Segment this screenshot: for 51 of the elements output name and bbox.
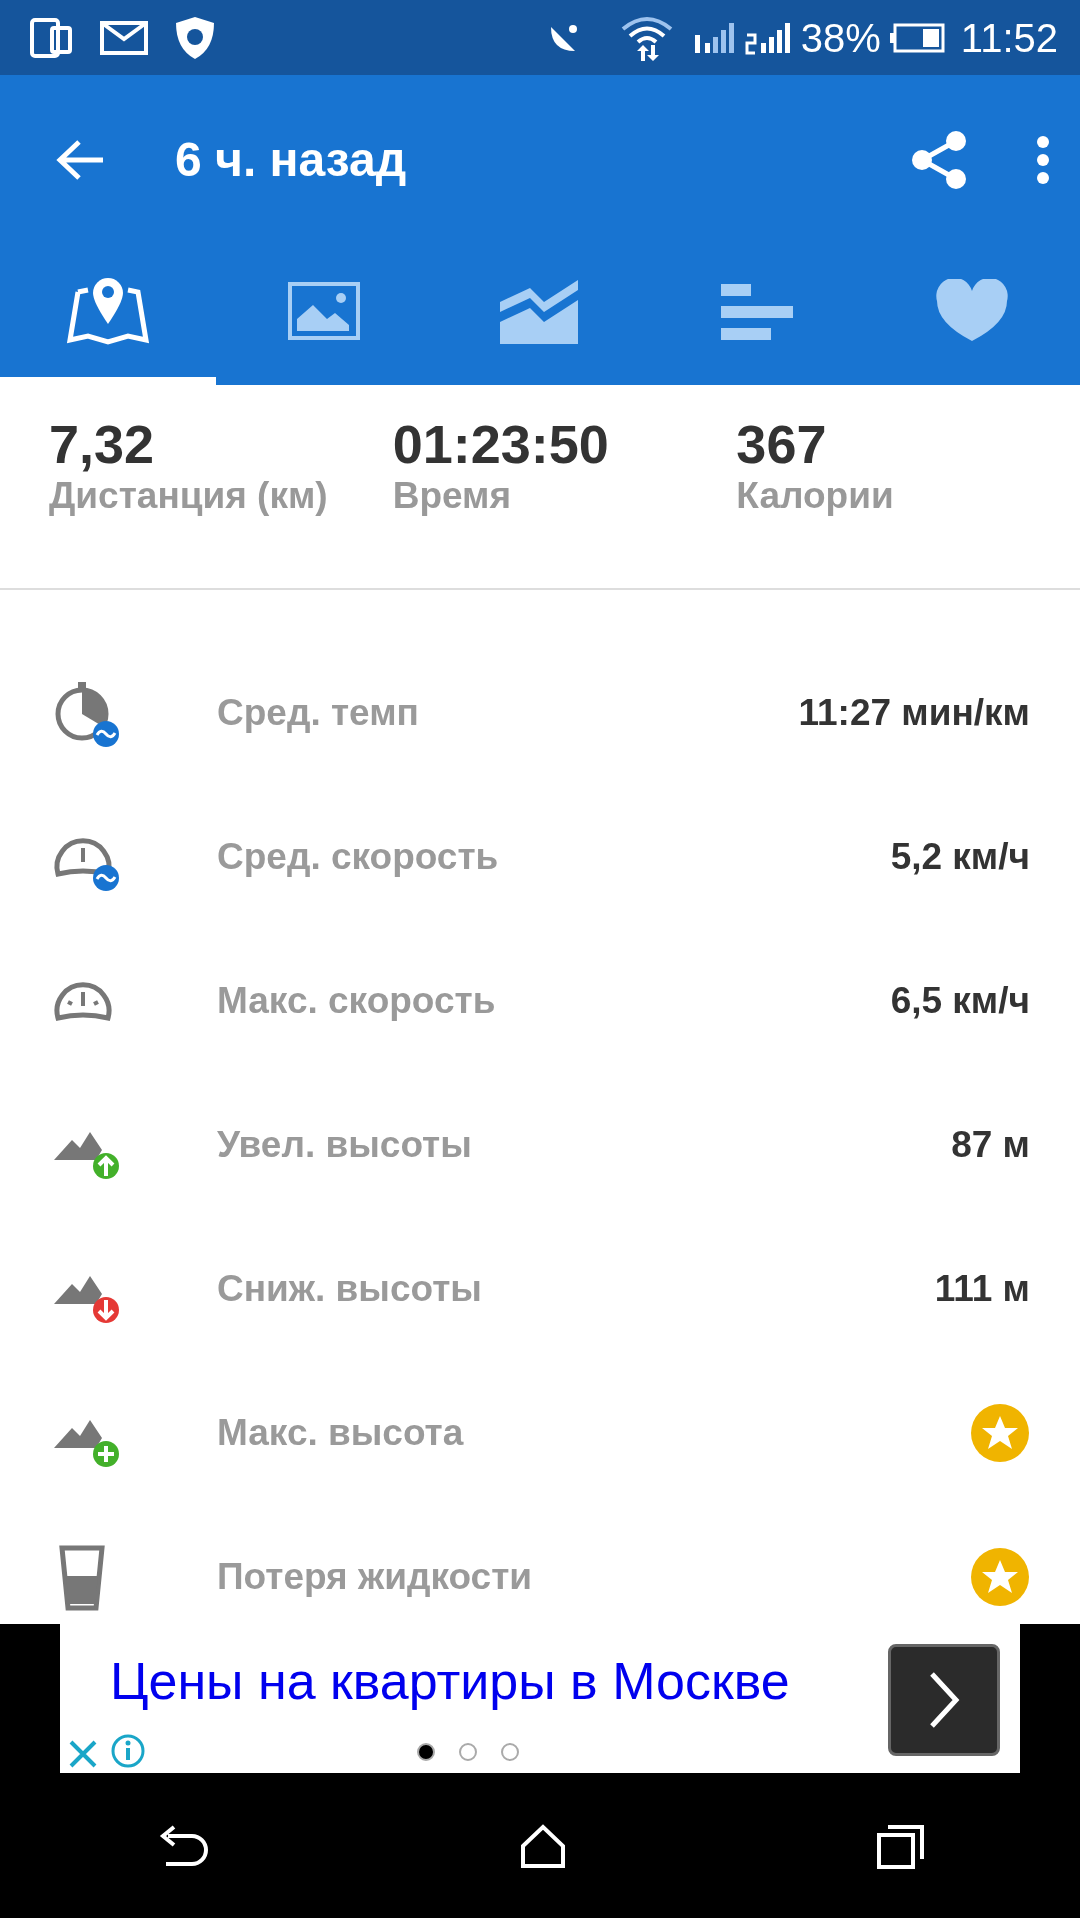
map-pin-icon <box>66 276 150 346</box>
info-icon <box>110 1733 146 1769</box>
screen-title: 6 ч. назад <box>175 132 408 188</box>
stat-label: Время <box>392 474 513 519</box>
phone-icon <box>30 17 74 58</box>
metric-label: Увел. высоты <box>217 1123 473 1168</box>
page-dot[interactable] <box>501 1743 519 1761</box>
stat-label: Дистанция (км) <box>49 474 329 519</box>
chevron-right-icon <box>928 1670 960 1730</box>
metric-value: 111 м <box>934 1267 1030 1312</box>
home-icon <box>519 1823 567 1868</box>
stat-value: 7,32 <box>49 415 156 475</box>
metric-label: Сред. темп <box>217 691 420 736</box>
metric-label: Сниж. высоты <box>217 1267 483 1312</box>
bar-list-icon <box>719 282 793 340</box>
stat-value: 367 <box>736 415 828 475</box>
star-badge-icon <box>970 1547 1030 1607</box>
metric-label: Макс. высота <box>217 1411 465 1456</box>
recent-apps-icon <box>875 1822 926 1869</box>
back-arrow-icon <box>55 138 105 182</box>
info-button[interactable] <box>110 1733 146 1769</box>
metric-value: 6,5 км/ч <box>890 979 1030 1024</box>
metric-label: Потеря жидкости <box>217 1555 533 1600</box>
ad-banner[interactable]: Цены на квартиры в Москве <box>60 1624 1020 1773</box>
clock-time: 11:52 <box>960 17 1058 58</box>
metric-value: 11:27 мин/км <box>798 691 1030 736</box>
stat-label: Калории <box>736 474 895 519</box>
mail-icon <box>100 20 148 55</box>
ad-open-button[interactable] <box>888 1644 1000 1756</box>
heart-icon <box>935 279 1009 343</box>
menu-button[interactable] <box>1036 135 1050 185</box>
recent-apps-button[interactable] <box>875 1822 926 1869</box>
metric-label: Сред. скорость <box>217 835 500 880</box>
signal-icon <box>744 20 793 55</box>
page-dot[interactable] <box>459 1743 477 1761</box>
stat-value: 01:23:50 <box>392 415 610 475</box>
metric-value: 5,2 км/ч <box>890 835 1030 880</box>
close-button[interactable] <box>68 1739 98 1769</box>
star-badge-icon <box>970 1403 1030 1463</box>
wifi-icon <box>620 14 673 61</box>
ad-headline: Цены на квартиры в Москве <box>110 1651 790 1712</box>
page-dot[interactable] <box>417 1743 435 1761</box>
home-button[interactable] <box>519 1823 567 1868</box>
battery-level: 38% <box>800 17 881 58</box>
close-icon <box>68 1739 98 1769</box>
battery-icon <box>888 22 945 53</box>
image-icon <box>287 281 361 341</box>
metric-value: 87 м <box>951 1123 1030 1168</box>
more-options-icon <box>1036 135 1050 185</box>
metric-label: Макс. скорость <box>217 979 497 1024</box>
shield-icon <box>174 14 216 61</box>
